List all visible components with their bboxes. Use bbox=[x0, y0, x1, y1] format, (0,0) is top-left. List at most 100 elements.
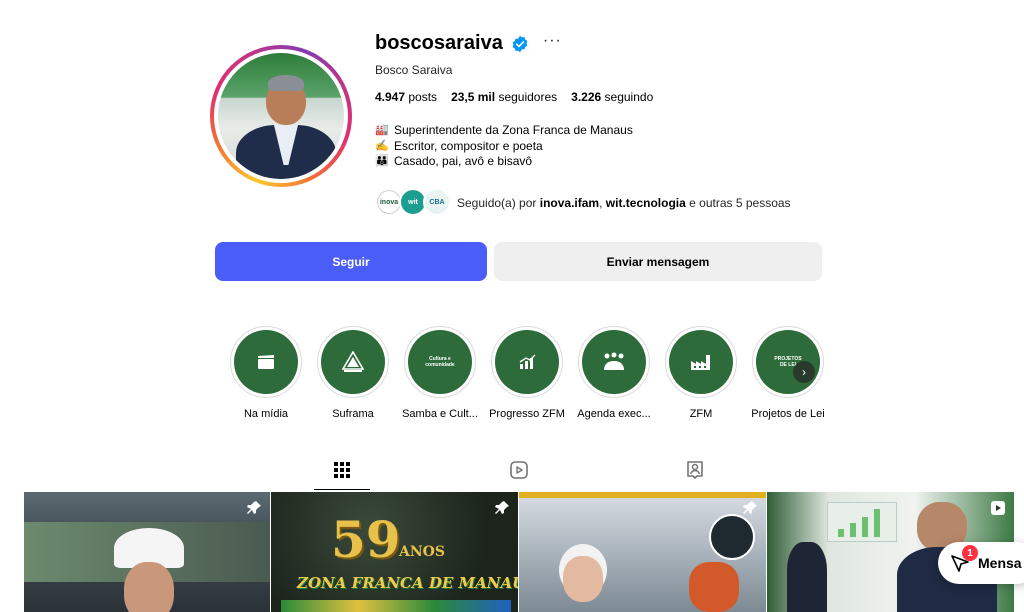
highlight-label: Agenda exec... bbox=[577, 408, 651, 420]
highlight-suframa[interactable]: Suframa bbox=[315, 326, 391, 420]
avatar-photo bbox=[218, 53, 344, 179]
post-face bbox=[124, 562, 174, 612]
following-value: 3.226 bbox=[571, 90, 602, 104]
writing-hand-icon: ✍️ bbox=[375, 139, 389, 152]
highlight-label: Projetos de Lei bbox=[751, 408, 825, 420]
highlight-ring bbox=[317, 326, 389, 398]
post-screen bbox=[827, 502, 897, 542]
following-count[interactable]: 3.226 seguindo bbox=[571, 90, 653, 104]
post-caption: ZONA FRANCA DE MANAUS bbox=[297, 574, 518, 592]
highlight-cover bbox=[321, 330, 385, 394]
bio-text: Superintendente da Zona Franca de Manaus bbox=[394, 123, 633, 137]
followed-by-user[interactable]: wit.tecnologia bbox=[606, 196, 686, 210]
tab-posts[interactable] bbox=[330, 458, 354, 482]
highlight-cover bbox=[582, 330, 646, 394]
messages-button[interactable]: Mensa bbox=[938, 542, 1024, 584]
story-highlights: Na mídia Suframa Cultura e comunidade Sa… bbox=[228, 326, 828, 426]
bio-line: ✍️ Escritor, compositor e poeta bbox=[375, 139, 633, 155]
highlight-cover bbox=[234, 330, 298, 394]
factory-icon bbox=[691, 355, 710, 370]
active-tab-indicator bbox=[314, 489, 370, 490]
reels-icon bbox=[510, 461, 528, 479]
followed-by-suffix: e outras 5 pessoas bbox=[689, 196, 791, 210]
highlight-ring bbox=[665, 326, 737, 398]
highlight-ring: PROJETOS DE LEI bbox=[752, 326, 824, 398]
highlight-na-midia[interactable]: Na mídia bbox=[228, 326, 304, 420]
highlight-label: ZFM bbox=[689, 408, 713, 420]
bar-chart-icon bbox=[519, 354, 536, 369]
followed-by-separator: , bbox=[599, 196, 603, 210]
highlight-samba-cultura[interactable]: Cultura e comunidade Samba e Cult... bbox=[402, 326, 478, 420]
screen-bar bbox=[850, 523, 856, 537]
post-top-band bbox=[519, 492, 766, 498]
post-worker bbox=[689, 562, 739, 612]
followed-by-prefix: Seguido(a) por bbox=[457, 196, 537, 210]
bio-text: Escritor, compositor e poeta bbox=[394, 138, 543, 153]
followers-value: 23,5 mil bbox=[451, 90, 496, 104]
highlight-ring bbox=[491, 326, 563, 398]
follow-button[interactable]: Seguir bbox=[215, 242, 487, 281]
screen-bar bbox=[838, 529, 844, 537]
mini-avatar-label: inova bbox=[379, 198, 399, 206]
suframa-logo-icon bbox=[341, 351, 365, 372]
profile-avatar[interactable] bbox=[210, 45, 352, 187]
posts-value: 4.947 bbox=[375, 90, 406, 104]
highlight-ring: Cultura e comunidade bbox=[404, 326, 476, 398]
bio: 🏭 Superintendente da Zona Franca de Mana… bbox=[375, 123, 633, 170]
post-thumbnail[interactable] bbox=[519, 492, 766, 612]
pin-icon bbox=[495, 501, 509, 514]
post-ribbon bbox=[281, 600, 511, 612]
highlight-ring bbox=[578, 326, 650, 398]
avatar-hair bbox=[268, 75, 304, 91]
factory-icon: 🏭 bbox=[375, 124, 389, 136]
followers-count[interactable]: 23,5 mil seguidores bbox=[451, 90, 557, 104]
post-person bbox=[787, 542, 827, 612]
family-icon: 👪 bbox=[375, 155, 389, 167]
bio-line: 👪 Casado, pai, avô e bisavô bbox=[375, 154, 633, 170]
chevron-right-icon[interactable]: › bbox=[793, 361, 815, 383]
verified-badge-icon bbox=[512, 35, 528, 52]
followed-by-text: Seguido(a) por inova.ifam, wit.tecnologi… bbox=[457, 196, 791, 210]
mini-avatar-label: wit bbox=[408, 198, 418, 206]
highlight-zfm[interactable]: ZFM bbox=[663, 326, 739, 420]
text-icon: Cultura e comunidade bbox=[425, 356, 455, 368]
send-message-button[interactable]: Enviar mensagem bbox=[494, 242, 822, 281]
posts-label: posts bbox=[408, 90, 438, 104]
highlight-agenda-executiva[interactable]: Agenda exec... bbox=[576, 326, 652, 420]
post-face bbox=[563, 556, 603, 602]
username: boscosaraiva bbox=[375, 32, 503, 54]
highlight-cover: Cultura e comunidade bbox=[408, 330, 472, 394]
reels-icon bbox=[991, 501, 1005, 515]
post-thumbnail[interactable]: 59 ANOS ZONA FRANCA DE MANAUS bbox=[271, 492, 518, 612]
username-row: boscosaraiva ··· bbox=[375, 32, 562, 55]
notification-badge: 1 bbox=[962, 545, 978, 561]
post-thumbnail[interactable] bbox=[24, 492, 270, 612]
highlight-label: Suframa bbox=[332, 408, 374, 420]
profile-tabs bbox=[0, 452, 1024, 490]
bio-line: 🏭 Superintendente da Zona Franca de Mana… bbox=[375, 123, 633, 139]
handshake-people-icon bbox=[604, 352, 624, 370]
highlight-cover: PROJETOS DE LEI bbox=[756, 330, 820, 394]
posts-count: 4.947 posts bbox=[375, 90, 437, 104]
tab-tagged[interactable] bbox=[683, 458, 707, 482]
highlight-label: Na mídia bbox=[243, 408, 289, 420]
screen-bar bbox=[874, 509, 880, 537]
post-subtitle: ANOS bbox=[399, 544, 445, 560]
post-title: 59 bbox=[331, 510, 401, 569]
highlight-cover bbox=[495, 330, 559, 394]
highlight-progresso-zfm[interactable]: Progresso ZFM bbox=[489, 326, 565, 420]
followed-by[interactable]: inova wit CBA Seguido(a) por inova.ifam,… bbox=[375, 188, 791, 218]
highlight-label: Samba e Cult... bbox=[402, 408, 478, 420]
highlight-label: Progresso ZFM bbox=[489, 408, 565, 420]
more-horizontal-icon[interactable]: ··· bbox=[543, 32, 562, 52]
mini-avatar-cba: CBA bbox=[423, 188, 451, 216]
profile-stats: 4.947 posts 23,5 mil seguidores 3.226 se… bbox=[375, 90, 653, 104]
bio-text: Casado, pai, avô e bisavô bbox=[394, 154, 533, 168]
mini-avatar-label: CBA bbox=[429, 198, 445, 206]
screen-bar bbox=[862, 517, 868, 537]
posts-grid: 59 ANOS ZONA FRANCA DE MANAUS bbox=[24, 492, 1014, 612]
tab-reels[interactable] bbox=[507, 458, 531, 482]
followed-by-user[interactable]: inova.ifam bbox=[540, 196, 599, 210]
full-name: Bosco Saraiva bbox=[375, 63, 453, 77]
avatar-border bbox=[214, 49, 348, 183]
